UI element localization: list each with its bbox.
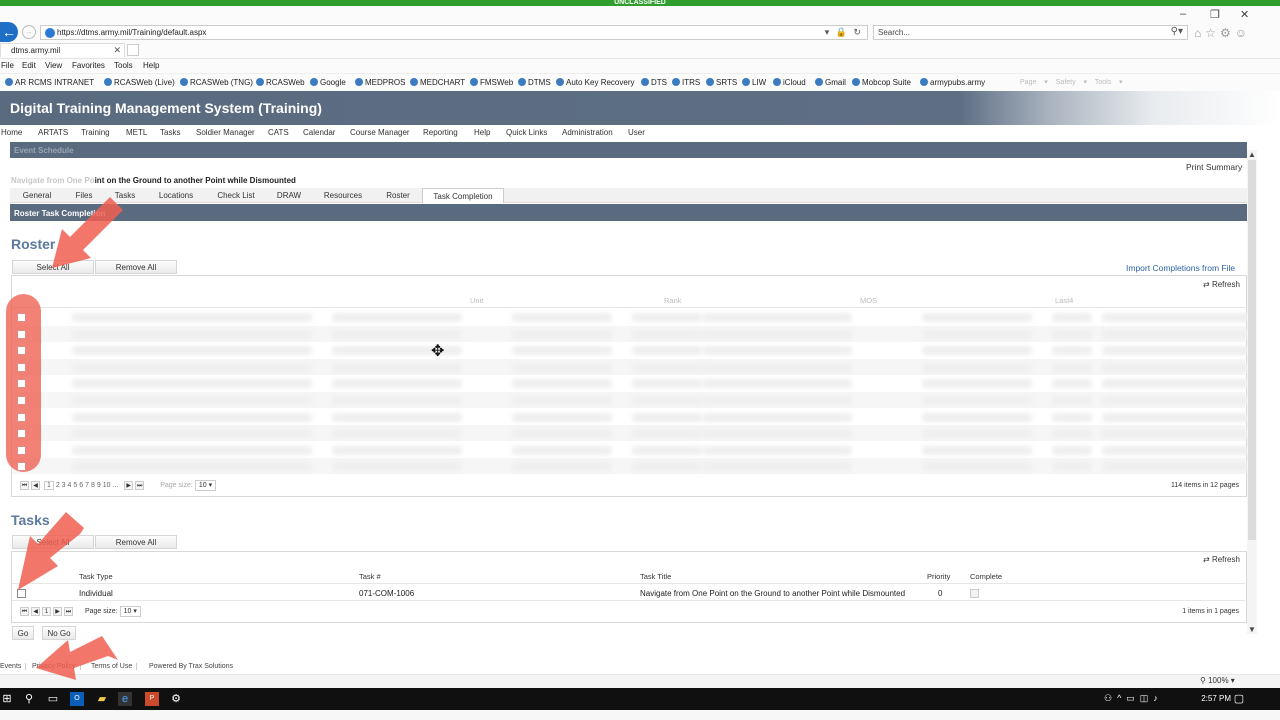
annotation-arrow-icon [52, 197, 128, 268]
mouse-cursor-icon: ✥ [431, 343, 445, 360]
annotation-arrows [18, 197, 128, 680]
annotation-arrow-icon [18, 512, 84, 590]
annotation-arrow-icon [36, 636, 118, 680]
